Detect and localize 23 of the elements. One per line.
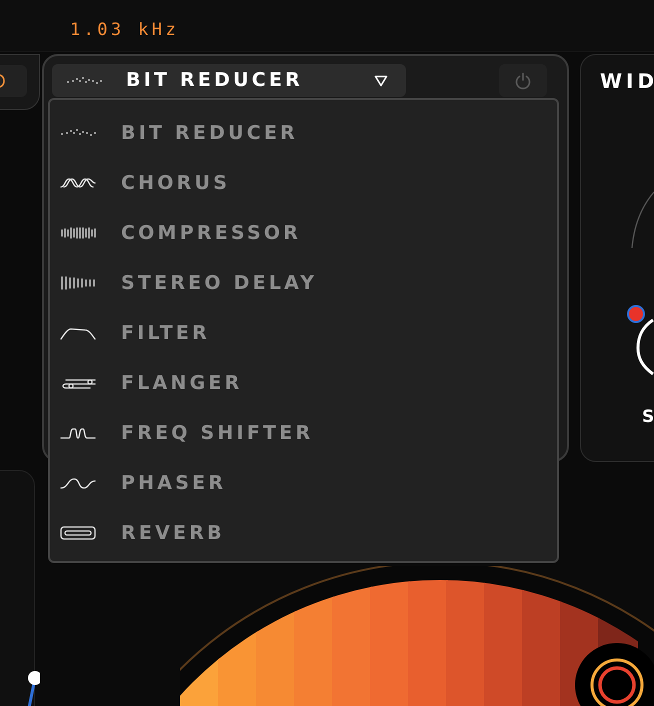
arc-drawing — [630, 190, 654, 250]
power-button[interactable] — [499, 64, 547, 97]
envelope-drawing — [26, 668, 40, 706]
menu-item[interactable]: FLANGER — [60, 358, 557, 408]
menu-item[interactable]: FREQ SHIFTER — [60, 408, 557, 458]
panel-title: WID — [600, 68, 654, 95]
dropdown-triangle-icon — [374, 74, 388, 86]
effect-icon — [60, 275, 96, 291]
effect-selector[interactable]: BIT REDUCER — [52, 64, 406, 97]
menu-item[interactable]: PHASER — [60, 458, 557, 508]
menu-item[interactable]: COMPRESSOR — [60, 208, 557, 258]
frequency-readout: 1.03 kHz — [70, 18, 180, 42]
menu-item[interactable]: FILTER — [60, 308, 557, 358]
menu-item[interactable]: REVERB — [60, 508, 557, 558]
handle-dot[interactable] — [626, 304, 646, 324]
menu-item[interactable]: CHORUS — [60, 158, 557, 208]
effect-icon — [60, 225, 96, 241]
menu-item[interactable]: STEREO DELAY — [60, 258, 557, 308]
knob-drawing — [636, 318, 654, 378]
menu-item[interactable]: BIT REDUCER — [60, 108, 557, 158]
effect-icon — [60, 525, 96, 541]
knob-label: S — [642, 406, 654, 429]
ring-handle-icon[interactable] — [589, 657, 645, 706]
